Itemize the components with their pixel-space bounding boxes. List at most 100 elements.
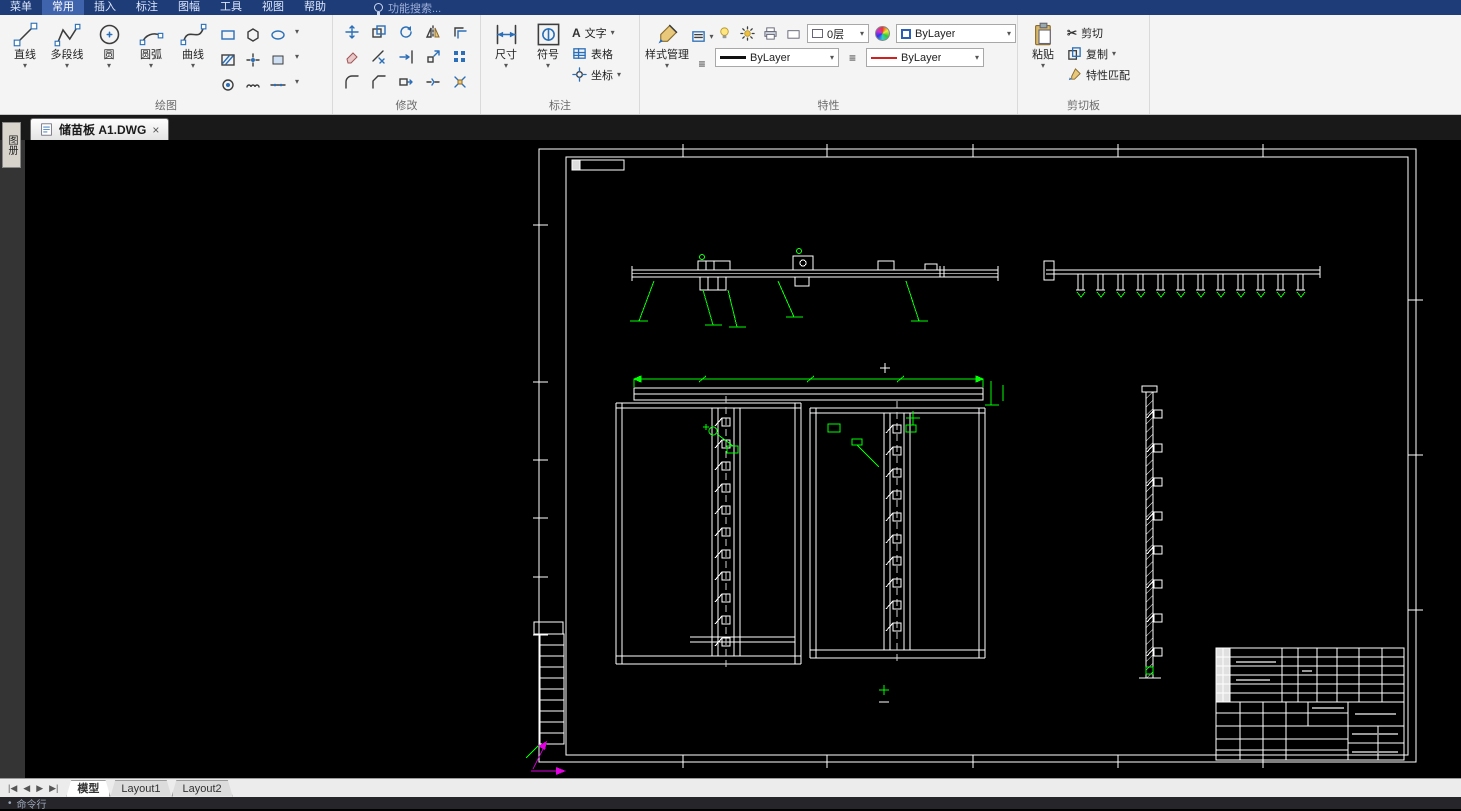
line-icon bbox=[13, 22, 37, 47]
style-mini-column: ▾ ≡ bbox=[689, 27, 716, 73]
polygon-button[interactable] bbox=[241, 23, 264, 46]
color-combo[interactable]: ByLayer ▾ bbox=[896, 24, 1016, 43]
color-picker-button[interactable] bbox=[873, 24, 892, 43]
chevron-down-icon[interactable]: ▾ bbox=[295, 27, 299, 36]
tab-view[interactable]: 视图 bbox=[252, 0, 294, 15]
layer-plot-button[interactable] bbox=[761, 24, 780, 43]
style-options-button[interactable]: ≡ bbox=[696, 54, 707, 73]
break-button[interactable] bbox=[421, 70, 444, 93]
trim-button[interactable] bbox=[367, 45, 390, 68]
function-search-input[interactable]: 功能搜索... bbox=[374, 0, 441, 16]
array-button[interactable] bbox=[448, 45, 471, 68]
fillet-button[interactable] bbox=[340, 70, 363, 93]
explode-icon bbox=[453, 75, 466, 88]
donut-button[interactable] bbox=[216, 73, 239, 96]
circle-button[interactable]: 圆 ▾ bbox=[89, 19, 129, 70]
model-canvas[interactable] bbox=[25, 140, 1461, 778]
stretch-button[interactable] bbox=[394, 70, 417, 93]
explode-button[interactable] bbox=[448, 70, 471, 93]
sheet-set-side-tab[interactable]: 图册 bbox=[2, 122, 21, 168]
hatch-button[interactable] bbox=[216, 48, 239, 71]
linetype-combo[interactable]: ByLayer ▾ bbox=[866, 48, 984, 67]
left-front-view bbox=[615, 396, 802, 670]
match-properties-button[interactable]: 特性匹配 bbox=[1065, 65, 1132, 84]
tab-insert[interactable]: 插入 bbox=[84, 0, 126, 15]
chevron-down-icon[interactable]: ▾ bbox=[295, 52, 299, 61]
layer-freeze-button[interactable] bbox=[738, 24, 757, 43]
paste-button[interactable]: 粘贴 ▾ bbox=[1023, 19, 1063, 70]
scale-button[interactable] bbox=[421, 45, 444, 68]
chamfer-button[interactable] bbox=[367, 70, 390, 93]
tab-layout1[interactable]: Layout1 bbox=[110, 780, 171, 797]
annotate-group-label: 标注 bbox=[549, 100, 571, 112]
chevron-down-icon: ▾ bbox=[503, 61, 508, 70]
nav-last-icon[interactable]: ▶| bbox=[49, 783, 58, 794]
lineweight-combo[interactable]: ByLayer ▾ bbox=[715, 48, 839, 67]
command-label: 命令行 bbox=[16, 799, 47, 811]
top-bar-view bbox=[632, 363, 1004, 406]
close-icon[interactable]: × bbox=[152, 123, 159, 137]
command-bar[interactable]: • 命令行 bbox=[0, 797, 1461, 811]
polyline-button[interactable]: 多段线 ▾ bbox=[47, 19, 87, 70]
table-button[interactable]: 表格 bbox=[570, 44, 623, 63]
tab-help[interactable]: 帮助 bbox=[294, 0, 336, 15]
coordinate-icon bbox=[572, 67, 587, 82]
comb-rail-view bbox=[1043, 260, 1321, 298]
lightbulb-icon bbox=[720, 27, 729, 39]
style-dropdown-button[interactable]: ▾ bbox=[689, 27, 716, 46]
ellipse-button[interactable] bbox=[266, 23, 289, 46]
extend-button[interactable] bbox=[394, 45, 417, 68]
tab-model[interactable]: 模型 bbox=[66, 780, 110, 797]
nav-first-icon[interactable]: |◀ bbox=[8, 783, 17, 794]
tab-tools[interactable]: 工具 bbox=[210, 0, 252, 15]
chevron-down-icon[interactable]: ▾ bbox=[295, 77, 299, 86]
line-button[interactable]: 直线 ▾ bbox=[5, 19, 45, 70]
ribbon-group-modify: 修改 bbox=[333, 15, 481, 114]
point-icon bbox=[245, 52, 260, 67]
ribbon-filler bbox=[1150, 15, 1461, 114]
polyline-icon bbox=[54, 23, 80, 47]
rotate-button[interactable] bbox=[394, 20, 417, 43]
offset-icon bbox=[453, 26, 467, 39]
nav-prev-icon[interactable]: ◀ bbox=[23, 783, 30, 794]
menu-button[interactable]: 菜单 bbox=[0, 0, 42, 15]
offset-button[interactable] bbox=[448, 20, 471, 43]
polygon-icon bbox=[246, 27, 259, 42]
layer-on-button[interactable] bbox=[715, 24, 734, 43]
tab-sheet[interactable]: 图幅 bbox=[168, 0, 210, 15]
nav-next-icon[interactable]: ▶ bbox=[36, 783, 43, 794]
right-front-view bbox=[809, 401, 986, 703]
chevron-down-icon: ▾ bbox=[829, 52, 834, 62]
symbol-button[interactable]: 符号 ▾ bbox=[528, 19, 568, 70]
point-button[interactable] bbox=[241, 48, 264, 71]
region-button[interactable] bbox=[266, 48, 289, 71]
move-button[interactable] bbox=[340, 20, 363, 43]
draw-small-grid bbox=[215, 22, 290, 97]
menu-lines-icon: ≡ bbox=[698, 56, 706, 71]
cad-drawing bbox=[525, 144, 1423, 775]
mirror-button[interactable] bbox=[421, 20, 444, 43]
spline-button[interactable]: 曲线 ▾ bbox=[173, 19, 213, 70]
coordinate-button[interactable]: 坐标 ▾ bbox=[570, 65, 623, 84]
layout-nav: |◀ ◀ ▶ ▶| bbox=[0, 783, 66, 794]
layer-combo[interactable]: 0层 ▾ bbox=[807, 24, 869, 43]
rectangle-button[interactable] bbox=[216, 23, 239, 46]
revision-cloud-button[interactable] bbox=[241, 73, 264, 96]
cut-button[interactable]: ✂ 剪切 bbox=[1065, 23, 1132, 42]
erase-button[interactable] bbox=[340, 45, 363, 68]
style-manager-button[interactable]: 样式管理 ▾ bbox=[645, 19, 689, 70]
document-tab[interactable]: 储苗板 A1.DWG × bbox=[30, 118, 170, 140]
layer-lock-button[interactable] bbox=[784, 24, 803, 43]
tab-layout2[interactable]: Layout2 bbox=[172, 780, 233, 797]
arc-button[interactable]: 圆弧 ▾ bbox=[131, 19, 171, 70]
chevron-down-icon: ▾ bbox=[22, 61, 27, 70]
dimension-button[interactable]: 尺寸 ▾ bbox=[486, 19, 526, 70]
text-button[interactable]: A 文字 ▾ bbox=[570, 23, 623, 42]
construction-line-button[interactable] bbox=[266, 73, 289, 96]
copy-button[interactable] bbox=[367, 20, 390, 43]
linetype-manager-button[interactable]: ≡ bbox=[843, 48, 862, 67]
tab-home[interactable]: 常用 bbox=[42, 0, 84, 15]
copy-clip-button[interactable]: 复制 ▾ bbox=[1065, 44, 1132, 63]
hatch-icon bbox=[220, 53, 235, 66]
tab-annotate[interactable]: 标注 bbox=[126, 0, 168, 15]
